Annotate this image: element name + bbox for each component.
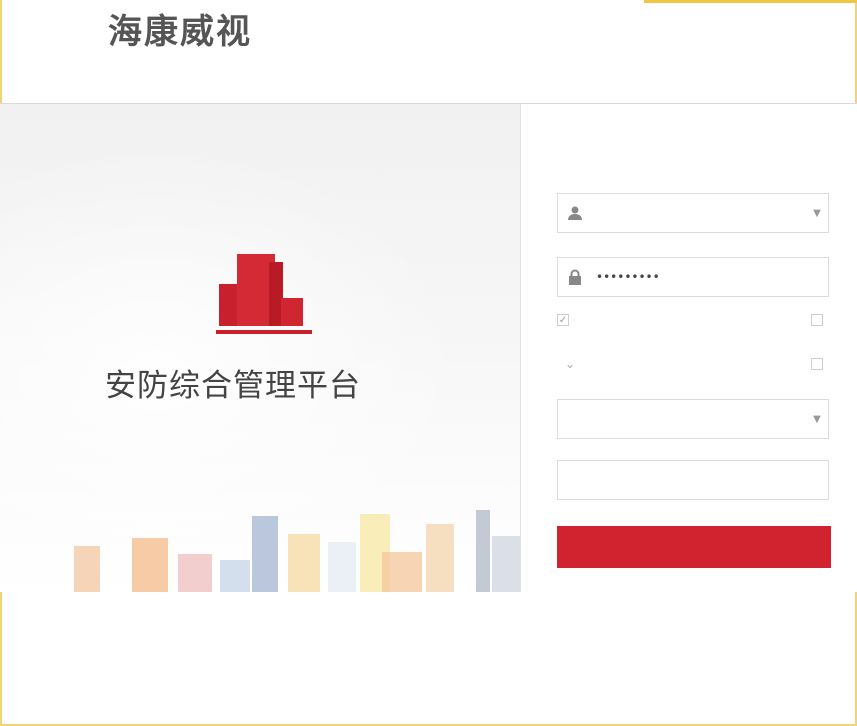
brand-logo-text: 海康威视 — [108, 12, 252, 52]
password-value: ••••••••• — [596, 270, 660, 284]
city-skyline-illustration — [60, 494, 520, 592]
server-options-row: ⌄ — [557, 357, 829, 371]
auto-login-checkbox[interactable] — [811, 314, 823, 326]
login-button[interactable] — [557, 526, 831, 568]
login-options-row — [557, 314, 829, 326]
password-field[interactable]: ••••••••• — [557, 257, 829, 297]
port-field[interactable] — [557, 460, 829, 500]
user-icon — [558, 205, 592, 221]
hero-title: 安防综合管理平台 — [105, 368, 361, 404]
chevron-down-icon[interactable]: ▼ — [806, 208, 828, 219]
chevron-down-icon[interactable]: ▼ — [806, 414, 828, 425]
other-option-checkbox[interactable] — [811, 358, 823, 370]
username-select[interactable]: ▼ — [557, 193, 829, 233]
remember-password-checkbox[interactable] — [557, 314, 569, 326]
server-address-select[interactable]: ▼ — [557, 399, 829, 439]
platform-logo-icon — [214, 254, 314, 338]
top-accent-bar — [644, 0, 857, 3]
lock-icon — [558, 269, 592, 285]
login-panel: ▼ ••••••••• ⌄ ▼ — [520, 104, 857, 592]
login-band: 安防综合管理平台 ▼ ••••••••• ✓ ⌄ ▼ — [0, 103, 857, 592]
hero-panel: 安防综合管理平台 — [0, 104, 520, 592]
server-type-chevron-icon[interactable]: ⌄ — [565, 357, 575, 371]
